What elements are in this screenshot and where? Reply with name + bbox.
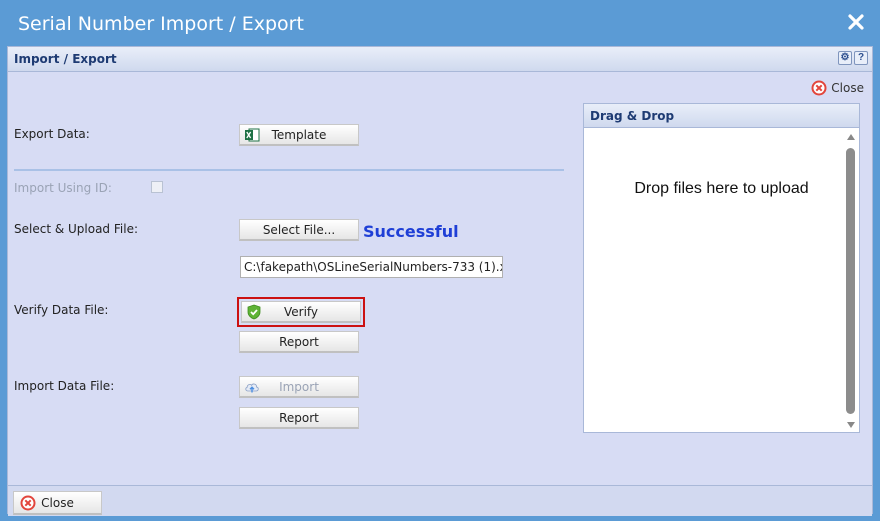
title-bar: Serial Number Import / Export xyxy=(0,0,880,46)
footer-close-button[interactable]: Close xyxy=(13,491,102,515)
toolbar-close-label: Close xyxy=(831,81,864,95)
section-divider xyxy=(14,169,564,171)
help-icon[interactable]: ? xyxy=(854,51,868,65)
drop-zone-hint: Drop files here to upload xyxy=(634,180,809,197)
drag-drop-title: Drag & Drop xyxy=(590,109,675,123)
close-circle-icon xyxy=(811,80,827,96)
select-file-button-label: Select File... xyxy=(262,222,336,237)
footer-close-label: Close xyxy=(41,495,74,510)
import-report-button[interactable]: Report xyxy=(239,407,359,429)
verify-button[interactable]: Verify xyxy=(241,301,361,323)
panel-title: Import / Export xyxy=(14,52,117,66)
template-button[interactable]: Template xyxy=(239,124,359,146)
verify-data-label: Verify Data File: xyxy=(14,303,109,317)
import-using-id-label: Import Using ID: xyxy=(14,181,112,195)
template-button-label: Template xyxy=(271,127,327,142)
cloud-upload-icon xyxy=(245,383,259,393)
settings-icon[interactable]: ⚙ xyxy=(838,51,852,65)
file-path-field[interactable]: C:\fakepath\OSLineSerialNumbers-733 (1).… xyxy=(240,256,503,278)
import-using-id-checkbox[interactable] xyxy=(151,181,163,193)
scroll-down-arrow-icon[interactable] xyxy=(847,422,855,428)
import-data-label: Import Data File: xyxy=(14,379,115,393)
dialog-footer: Close xyxy=(8,485,872,516)
verify-report-button-label: Report xyxy=(279,334,319,349)
close-circle-icon xyxy=(20,495,36,511)
import-report-button-label: Report xyxy=(279,410,319,425)
import-button-label: Import xyxy=(279,379,319,394)
window-close-icon[interactable] xyxy=(846,12,866,32)
select-upload-label: Select & Upload File: xyxy=(14,222,138,236)
drag-drop-panel[interactable]: Drag & Drop Drop files here to upload xyxy=(583,103,860,433)
export-data-label: Export Data: xyxy=(14,127,90,141)
scroll-up-arrow-icon[interactable] xyxy=(847,134,855,140)
toolbar-close-button[interactable]: Close xyxy=(811,79,864,97)
dialog-window: Serial Number Import / Export Import / E… xyxy=(0,0,880,521)
import-export-panel: Import / Export ⚙ ? Close Export Data: T… xyxy=(7,46,873,516)
panel-header: Import / Export ⚙ ? xyxy=(8,47,872,72)
shield-check-icon xyxy=(247,304,261,320)
drop-zone-scrollbar[interactable] xyxy=(845,130,857,430)
excel-icon xyxy=(245,128,260,142)
verify-button-label: Verify xyxy=(283,304,319,319)
drag-drop-header: Drag & Drop xyxy=(584,104,859,128)
upload-status: Successful xyxy=(363,222,459,241)
window-title: Serial Number Import / Export xyxy=(18,13,304,35)
select-file-button[interactable]: Select File... xyxy=(239,219,359,241)
scroll-thumb[interactable] xyxy=(846,148,855,414)
verify-report-button[interactable]: Report xyxy=(239,331,359,353)
import-button[interactable]: Import xyxy=(239,376,359,398)
